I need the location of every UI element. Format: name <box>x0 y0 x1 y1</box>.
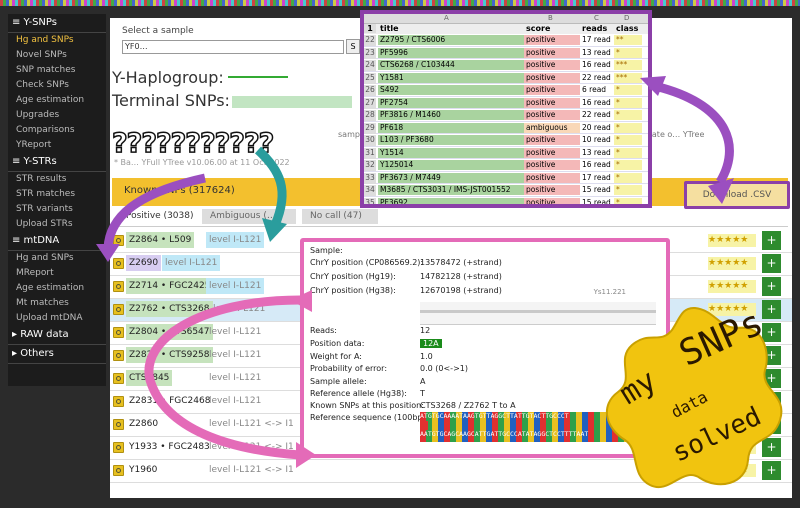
teal-arrow <box>254 146 287 227</box>
pink-arrow <box>144 295 301 460</box>
purple-arrow-left <box>103 173 206 249</box>
annotation-arrows <box>96 76 734 468</box>
purple-arrow-right <box>649 80 734 185</box>
